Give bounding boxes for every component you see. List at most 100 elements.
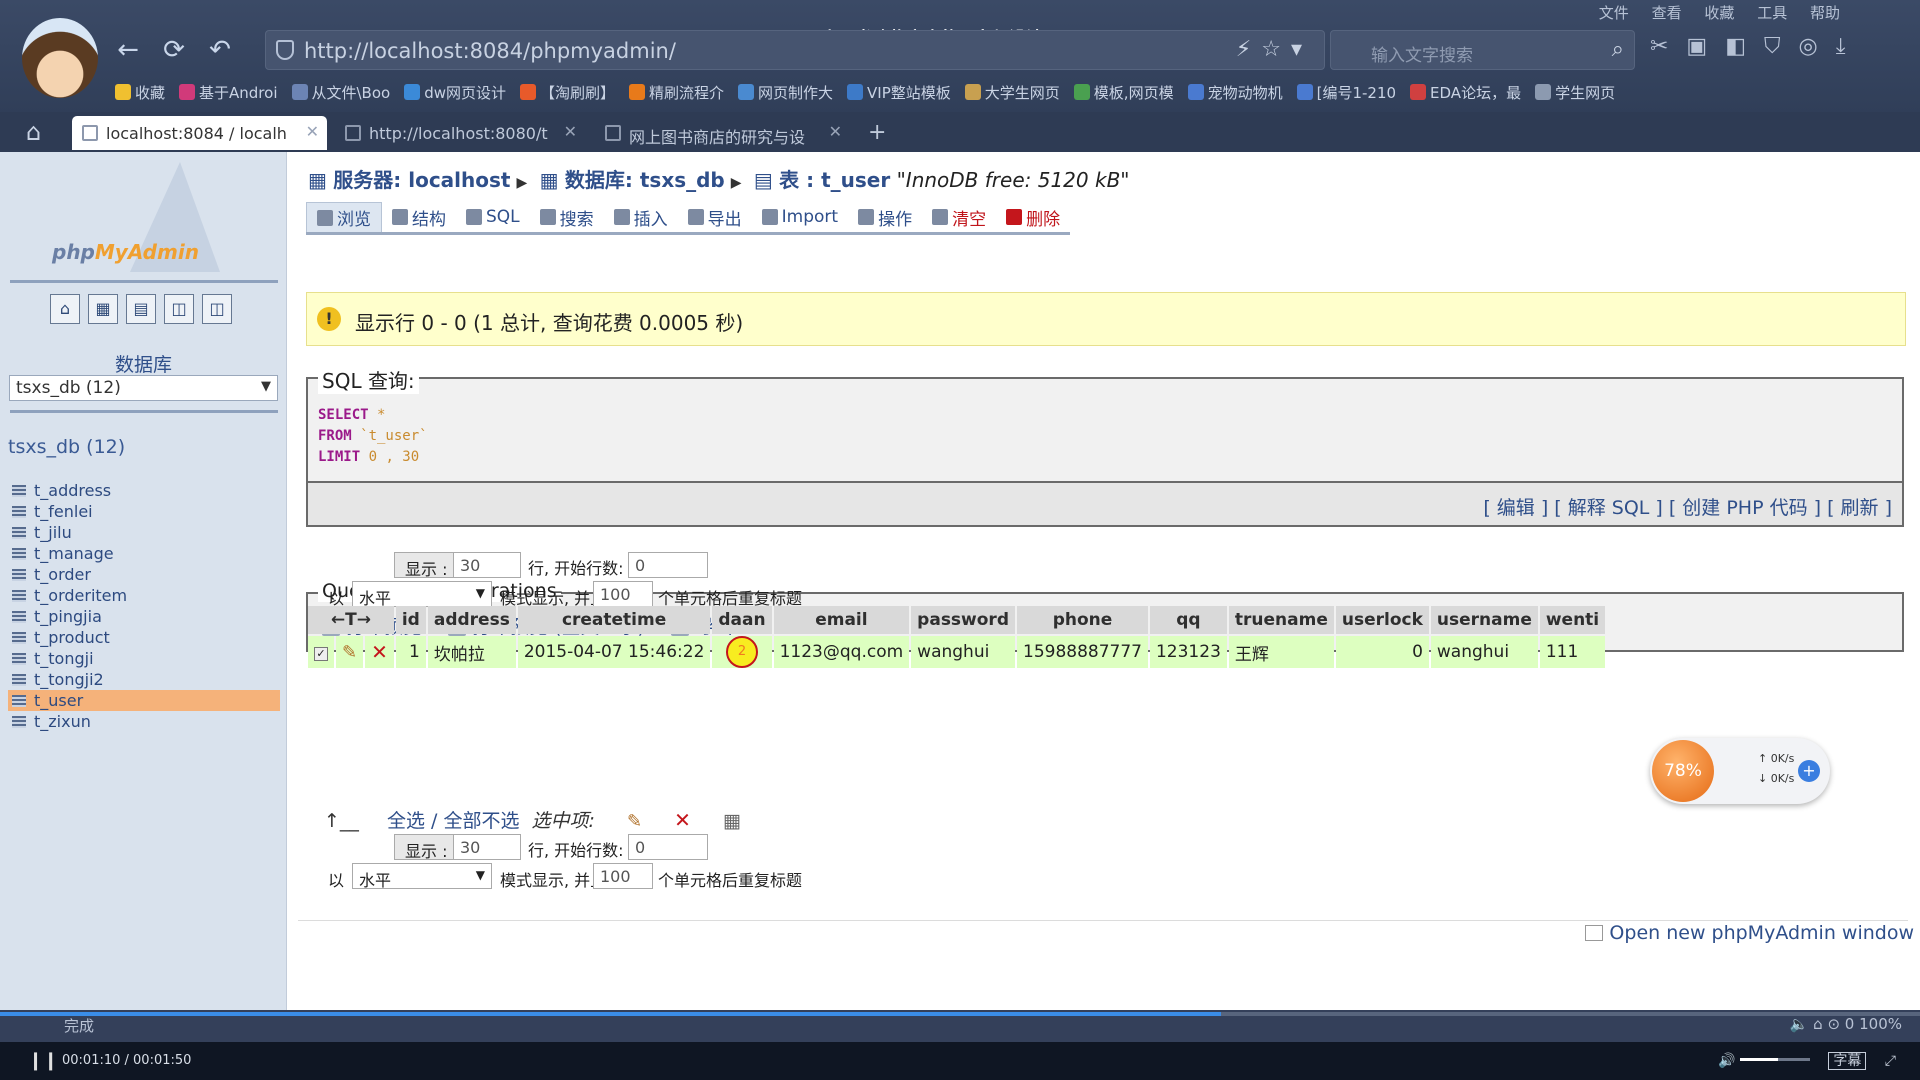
bookmark-item[interactable]: dw网页设计 <box>404 80 506 104</box>
menu-favorites[interactable]: 收藏 <box>1704 4 1734 22</box>
bookmark-item[interactable]: 宠物动物机 <box>1187 80 1283 104</box>
row-checkbox[interactable]: ✓ <box>308 636 334 668</box>
back-arrow-icon[interactable]: ← <box>112 34 144 66</box>
video-progress-bar[interactable] <box>0 1012 1920 1016</box>
column-header-address[interactable]: address <box>427 606 516 634</box>
delete-x-icon[interactable]: ✕ <box>674 808 691 832</box>
bookmark-item[interactable]: 【淘刷刷】 <box>520 80 615 104</box>
subtitle-button[interactable]: 字幕 <box>1828 1052 1867 1070</box>
delete-x-icon[interactable]: ✕ <box>365 636 394 668</box>
bookmark-item[interactable]: 大学生网页 <box>964 80 1060 104</box>
tab-drop[interactable]: 删除 <box>996 202 1070 232</box>
refresh-icon[interactable]: ⟳ <box>158 34 190 66</box>
tab-export[interactable]: 导出 <box>678 202 752 232</box>
bookmark-item[interactable]: 模板,网页模 <box>1073 80 1174 104</box>
edit-pencil-icon[interactable]: ✎ <box>627 811 642 832</box>
bookmark-item[interactable]: 精刷流程介 <box>629 80 724 104</box>
tab-structure[interactable]: 结构 <box>382 202 456 232</box>
edit-pencil-icon[interactable]: ✎ <box>336 636 364 668</box>
volume-slider[interactable] <box>1739 1058 1810 1061</box>
sql-icon[interactable]: ▦ <box>88 294 118 324</box>
tab-sql[interactable]: SQL <box>456 202 530 232</box>
bookmark-item[interactable]: 基于Androi <box>179 80 278 104</box>
toolbar-extension-icons[interactable]: ✂▣◧⛉◎⤓ <box>1650 34 1863 59</box>
breadcrumb-table[interactable]: 表 : t_user <box>779 168 890 192</box>
home-icon[interactable]: ⌂ <box>26 118 41 146</box>
star-icon[interactable]: ⚡☆▾ <box>1236 37 1312 62</box>
home-icon[interactable]: ⌂ <box>50 294 80 324</box>
bookmark-item[interactable]: 收藏 <box>115 80 165 104</box>
search-icon[interactable]: ⌕ <box>1612 37 1624 62</box>
show-button[interactable]: 显示 : <box>394 552 459 579</box>
column-header-userlock[interactable]: userlock <box>1335 606 1429 634</box>
table-link-t-address[interactable]: t_address <box>12 480 280 501</box>
table-link-t-zixun[interactable]: t_zixun <box>12 711 280 732</box>
column-arrows[interactable]: ←T→ <box>308 606 394 634</box>
volume-icon[interactable]: 🔊 <box>1718 1053 1735 1069</box>
table-link-t-fenlei[interactable]: t_fenlei <box>12 501 280 522</box>
bookmark-item[interactable]: VIP整站模板 <box>847 80 951 104</box>
table-link-t-manage[interactable]: t_manage <box>12 543 280 564</box>
column-header-qq[interactable]: qq <box>1149 606 1227 634</box>
docs-icon[interactable]: ▤ <box>126 294 156 324</box>
tab-search[interactable]: 搜索 <box>530 202 604 232</box>
mode-select[interactable]: 水平 ▼ <box>352 863 492 890</box>
bookmark-item[interactable]: EDA论坛，最 <box>1410 80 1521 104</box>
table-link-t-tongji2[interactable]: t_tongji2 <box>12 669 280 690</box>
undo-icon[interactable]: ↶ <box>204 34 236 66</box>
new-tab-button[interactable]: + <box>868 120 886 145</box>
breadcrumb-server[interactable]: 服务器: localhost <box>333 168 510 192</box>
close-tab-icon[interactable]: ✕ <box>829 122 842 141</box>
column-header-phone[interactable]: phone <box>1017 606 1148 634</box>
open-new-window-link[interactable]: Open new phpMyAdmin window <box>1585 922 1914 944</box>
search-box[interactable]: 输入文字搜索 ⌕ <box>1330 30 1635 70</box>
column-header-username[interactable]: username <box>1430 606 1538 634</box>
fullscreen-icon[interactable]: ⤢ <box>1885 1053 1896 1069</box>
bookmark-item[interactable]: [编号1-210 <box>1296 80 1396 104</box>
query-window-icon[interactable]: ◫ <box>164 294 194 324</box>
database-select[interactable]: tsxs_db (12) ▼ <box>9 375 278 401</box>
tab-import[interactable]: Import <box>752 202 848 232</box>
breadcrumb-database[interactable]: 数据库: tsxs_db <box>565 168 725 192</box>
menu-view[interactable]: 查看 <box>1652 4 1682 22</box>
tab-empty[interactable]: 清空 <box>922 202 996 232</box>
tab-insert[interactable]: 插入 <box>604 202 678 232</box>
repeat-header-input[interactable]: 100 <box>593 863 653 889</box>
accelerate-plus-icon[interactable]: + <box>1798 760 1820 782</box>
export-icon[interactable]: ▦ <box>723 810 741 832</box>
bookmark-item[interactable]: 从文件\Boo <box>291 80 390 104</box>
column-header-email[interactable]: email <box>773 606 910 634</box>
status-zoom[interactable]: 🔈 ⌂ ⊙ 0 100% <box>1790 1015 1902 1033</box>
menu-tools[interactable]: 工具 <box>1757 4 1787 22</box>
close-tab-icon[interactable]: ✕ <box>306 122 319 141</box>
column-header-truename[interactable]: truename <box>1228 606 1334 634</box>
rows-input[interactable]: 30 <box>453 834 521 860</box>
menu-help[interactable]: 帮助 <box>1810 4 1840 22</box>
menu-file[interactable]: 文件 <box>1599 4 1629 22</box>
close-tab-icon[interactable]: ✕ <box>564 122 577 141</box>
memory-usage-ball[interactable]: 78% <box>1652 740 1714 802</box>
bookmark-item[interactable]: 网页制作大 <box>738 80 833 104</box>
table-link-t-product[interactable]: t_product <box>12 627 280 648</box>
show-button[interactable]: 显示 : <box>394 834 459 861</box>
start-row-input[interactable]: 0 <box>628 834 708 860</box>
reload-icon[interactable]: ◫ <box>202 294 232 324</box>
pause-icon[interactable]: ❙❙ <box>28 1050 58 1071</box>
column-header-daan[interactable]: daan <box>712 606 772 634</box>
database-name-link[interactable]: tsxs_db (12) <box>8 436 125 458</box>
start-row-input[interactable]: 0 <box>628 552 708 578</box>
select-all-link[interactable]: 全选 / 全部不选 <box>387 810 519 832</box>
tab-phpmyadmin[interactable]: localhost:8084 / localh ✕ <box>72 116 327 150</box>
table-link-t-order[interactable]: t_order <box>12 564 280 585</box>
tab-bookstore-research[interactable]: 网上图书商店的研究与设 ✕ <box>595 116 850 150</box>
user-avatar[interactable] <box>22 18 98 98</box>
table-link-t-orderitem[interactable]: t_orderitem <box>12 585 280 606</box>
column-header-createtime[interactable]: createtime <box>517 606 711 634</box>
url-text[interactable]: http://localhost:8084/phpmyadmin/ <box>304 39 676 63</box>
address-bar[interactable]: http://localhost:8084/phpmyadmin/ ⚡☆▾ <box>265 30 1325 70</box>
rows-input[interactable]: 30 <box>453 552 521 578</box>
search-placeholder[interactable]: 输入文字搜索 <box>1371 41 1473 66</box>
tab-operations[interactable]: 操作 <box>848 202 922 232</box>
column-header-password[interactable]: password <box>911 606 1015 634</box>
tab-localhost-8080[interactable]: http://localhost:8080/t ✕ <box>335 116 585 150</box>
